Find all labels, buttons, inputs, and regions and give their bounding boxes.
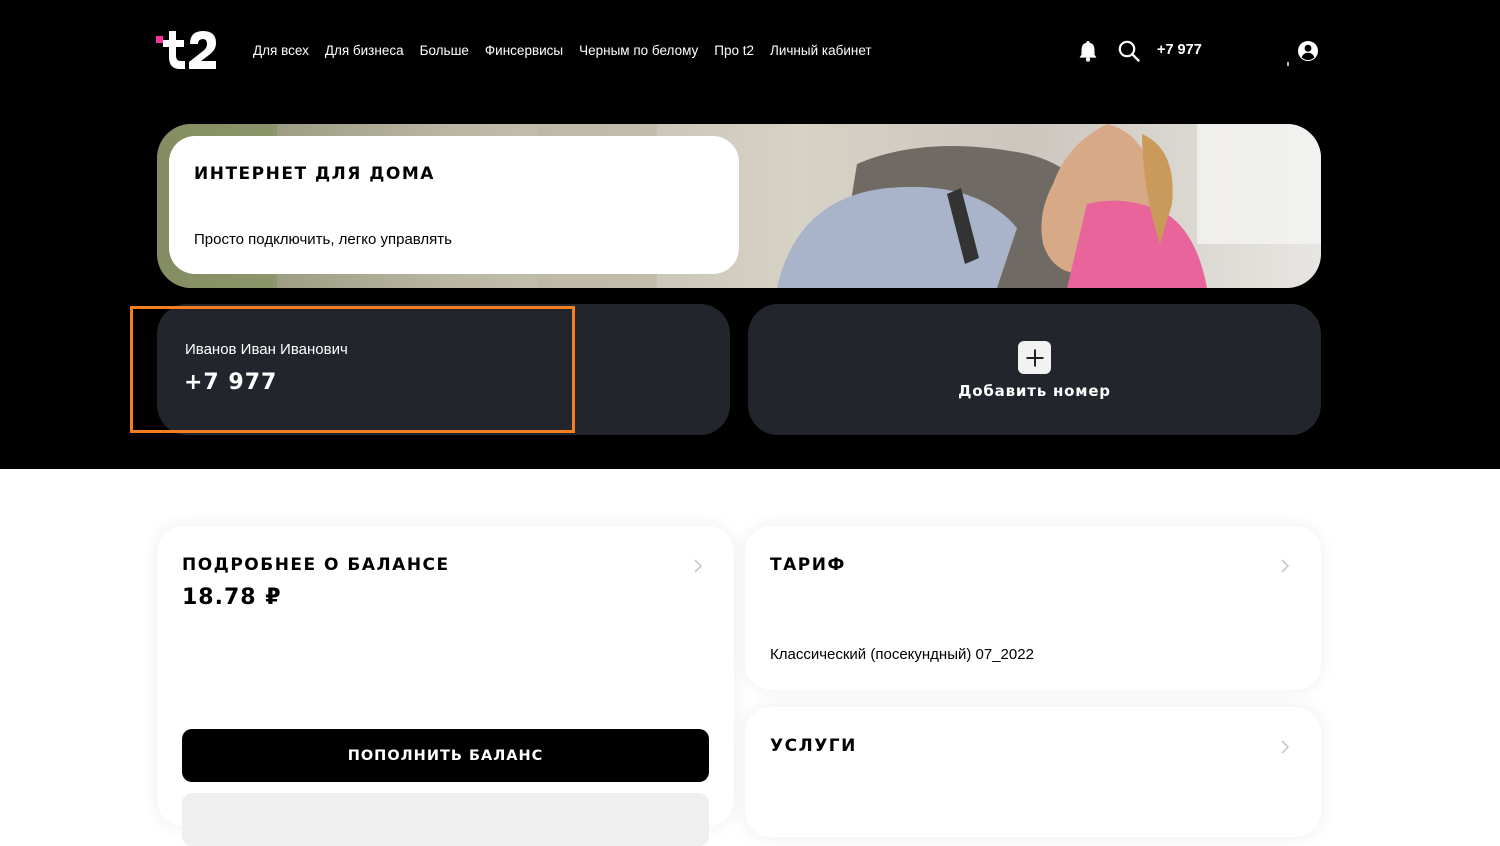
main-nav: Для всех Для бизнеса Больше Финсервисы Ч… bbox=[253, 42, 872, 60]
balance-title: ПОДРОБНЕЕ О БАЛАНСЕ bbox=[182, 555, 450, 575]
promo-banner[interactable]: ИНТЕРНЕТ ДЛЯ ДОМА Просто подключить, лег… bbox=[157, 124, 1321, 288]
tariff-card[interactable]: ТАРИФ Классический (посекундный) 07_2022 bbox=[745, 526, 1321, 690]
chevron-right-icon bbox=[1281, 559, 1290, 573]
account-holder-name: Иванов Иван Иванович bbox=[185, 341, 348, 358]
banner-text-card: ИНТЕРНЕТ ДЛЯ ДОМА Просто подключить, лег… bbox=[169, 136, 739, 274]
header-phone-number[interactable]: +7 977 bbox=[1157, 42, 1202, 58]
add-number-card[interactable]: Добавить номер bbox=[748, 304, 1321, 435]
banner-subtitle: Просто подключить, легко управлять bbox=[194, 231, 452, 248]
nav-item-about[interactable]: Про t2 bbox=[714, 42, 754, 60]
tariff-title: ТАРИФ bbox=[770, 555, 846, 575]
hero-section: Для всех Для бизнеса Больше Финсервисы Ч… bbox=[0, 0, 1500, 469]
bell-icon[interactable] bbox=[1078, 40, 1098, 62]
user-icon[interactable] bbox=[1297, 40, 1319, 62]
nav-item-more[interactable]: Больше bbox=[420, 42, 469, 60]
account-card[interactable]: Иванов Иван Иванович +7 977 bbox=[157, 304, 730, 435]
t2-logo[interactable] bbox=[156, 28, 218, 72]
nav-item-finservices[interactable]: Финсервисы bbox=[485, 42, 563, 60]
nav-item-black-on-white[interactable]: Черным по белому bbox=[579, 42, 698, 60]
nav-item-account[interactable]: Личный кабинет bbox=[770, 42, 872, 60]
plus-icon bbox=[1018, 341, 1051, 374]
chevron-right-icon bbox=[1281, 740, 1290, 754]
services-card[interactable]: УСЛУГИ bbox=[745, 707, 1321, 837]
nav-item-business[interactable]: Для бизнеса bbox=[325, 42, 404, 60]
nav-item-for-all[interactable]: Для всех bbox=[253, 42, 309, 60]
banner-title: ИНТЕРНЕТ ДЛЯ ДОМА bbox=[194, 164, 435, 184]
secondary-button[interactable] bbox=[182, 793, 709, 846]
tariff-name: Классический (посекундный) 07_2022 bbox=[770, 646, 1034, 663]
chevron-right-icon bbox=[694, 559, 703, 573]
add-number-label: Добавить номер bbox=[958, 382, 1111, 400]
divider-mark bbox=[1287, 62, 1289, 66]
top-up-balance-button[interactable]: ПОПОЛНИТЬ БАЛАНС bbox=[182, 729, 709, 782]
account-phone-number: +7 977 bbox=[184, 370, 278, 395]
balance-card[interactable]: ПОДРОБНЕЕ О БАЛАНСЕ 18.78 ₽ ПОПОЛНИТЬ БА… bbox=[157, 526, 734, 846]
search-icon[interactable] bbox=[1118, 40, 1140, 62]
balance-amount: 18.78 ₽ bbox=[182, 585, 282, 610]
services-title: УСЛУГИ bbox=[770, 736, 857, 756]
